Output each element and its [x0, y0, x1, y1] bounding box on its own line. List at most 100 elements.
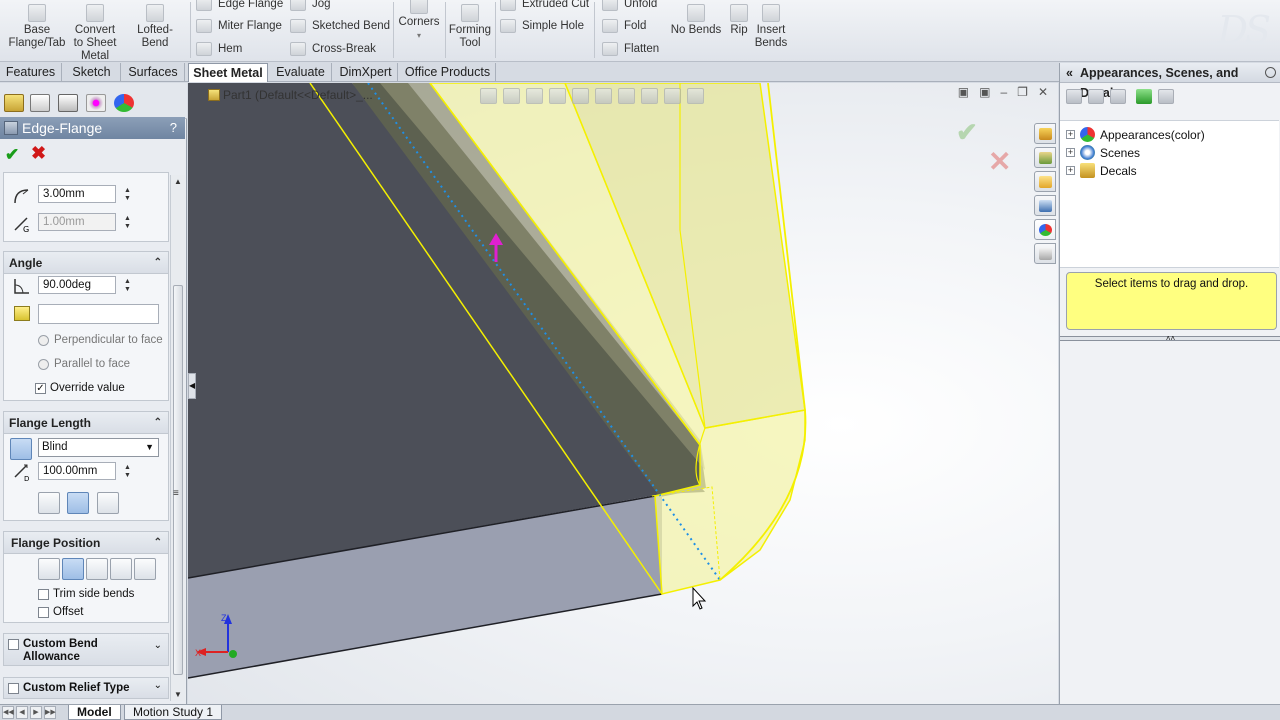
fold-button[interactable]: Fold: [602, 19, 646, 33]
add-folder-icon[interactable]: [1110, 89, 1126, 104]
collapse-icon[interactable]: ⌃: [154, 412, 162, 434]
panel-splitter-handle[interactable]: ◀: [188, 373, 196, 399]
tab-model[interactable]: Model: [68, 705, 121, 720]
convert-to-sheet-metal-button[interactable]: Convert to Sheet Metal: [70, 4, 120, 61]
view-settings-icon[interactable]: [687, 88, 704, 104]
tab-office-products[interactable]: Office Products: [400, 63, 496, 82]
scroll-up-icon[interactable]: ▲: [174, 177, 182, 186]
trim-side-bends-checkbox[interactable]: Trim side bends: [38, 588, 134, 600]
ok-button[interactable]: ✔: [5, 145, 19, 165]
configuration-manager-icon[interactable]: [58, 94, 78, 112]
property-manager-scrollbar[interactable]: ▲ ≡ ▼: [170, 175, 185, 701]
parallel-to-face-radio[interactable]: Parallel to face: [38, 358, 130, 370]
edit-appearance-icon[interactable]: [641, 88, 658, 104]
display-manager-icon[interactable]: [114, 94, 134, 112]
tab-evaluate[interactable]: Evaluate: [270, 63, 332, 82]
no-bends-button[interactable]: No Bends: [670, 4, 722, 37]
tile-horizontal-icon[interactable]: ▣: [958, 85, 969, 99]
collapse-icon[interactable]: ⌃: [154, 532, 162, 554]
zoom-to-area-icon[interactable]: [503, 88, 520, 104]
face-selection-field[interactable]: [38, 304, 159, 324]
dimxpert-manager-icon[interactable]: [86, 94, 106, 112]
next-tab-icon[interactable]: ▶: [30, 706, 42, 719]
custom-bend-allowance-checkbox[interactable]: Custom Bend Allowance: [8, 638, 113, 664]
graphics-area[interactable]: Part1 (Default<<Default>_... Z X ▣ ▣ – ❐…: [188, 83, 1058, 704]
solidworks-resources-tab[interactable]: [1034, 123, 1056, 144]
flange-position-group-header[interactable]: Flange Position ⌃: [4, 532, 168, 554]
minimize-icon[interactable]: –: [1000, 85, 1007, 99]
rip-button[interactable]: Rip: [726, 4, 752, 37]
material-outside-button[interactable]: [62, 558, 84, 580]
reverse-direction-button[interactable]: [10, 438, 32, 460]
tab-surfaces[interactable]: Surfaces: [122, 63, 185, 82]
expand-icon[interactable]: ⌄: [154, 640, 162, 651]
view-palette-tab[interactable]: [1034, 195, 1056, 216]
tab-motion-study[interactable]: Motion Study 1: [124, 705, 223, 720]
expand-icon[interactable]: +: [1066, 148, 1075, 157]
forming-tool-button[interactable]: Forming Tool: [448, 4, 492, 50]
angle-spinner[interactable]: ▲ ▼: [124, 278, 131, 294]
collapse-chevron-icon[interactable]: «: [1066, 63, 1073, 83]
bend-radius-input[interactable]: 3.00mm: [38, 185, 116, 203]
tab-sheet-metal[interactable]: Sheet Metal: [188, 63, 268, 82]
view-orientation-icon[interactable]: [572, 88, 589, 104]
custom-properties-tab[interactable]: [1034, 243, 1056, 264]
hide-show-items-icon[interactable]: [618, 88, 635, 104]
model-geometry[interactable]: [188, 83, 1058, 704]
tab-dimxpert[interactable]: DimXpert: [334, 63, 398, 82]
gap-distance-input[interactable]: 1.00mm: [38, 213, 116, 231]
confirmation-cancel-icon[interactable]: ✕: [988, 145, 1011, 178]
cross-break-button[interactable]: Cross-Break: [290, 42, 376, 56]
feature-tree-flyout[interactable]: Part1 (Default<<Default>_...: [208, 88, 373, 102]
simple-hole-button[interactable]: Simple Hole: [500, 19, 584, 33]
perpendicular-to-face-radio[interactable]: Perpendicular to face: [38, 334, 163, 346]
zoom-to-fit-icon[interactable]: [480, 88, 497, 104]
bend-outside-button[interactable]: [86, 558, 108, 580]
material-inside-button[interactable]: [38, 558, 60, 580]
angle-input[interactable]: 90.00deg: [38, 276, 116, 294]
task-pane-splitter[interactable]: ˄˄: [1060, 335, 1280, 343]
bend-radius-spinner[interactable]: ▲ ▼: [124, 187, 131, 203]
inner-virtual-sharp-button[interactable]: [67, 492, 89, 514]
corners-dropdown-icon[interactable]: ▾: [417, 29, 421, 42]
jog-button[interactable]: Jog: [290, 0, 331, 11]
gap-distance-spinner[interactable]: ▲ ▼: [124, 215, 131, 231]
help-icon[interactable]: ?: [170, 117, 177, 139]
tab-sketch[interactable]: Sketch: [63, 63, 121, 82]
tree-item-appearances[interactable]: + Appearances(color): [1066, 127, 1205, 142]
tile-vertical-icon[interactable]: ▣: [979, 85, 990, 99]
section-view-icon[interactable]: [549, 88, 566, 104]
custom-bend-allowance-group[interactable]: Custom Bend Allowance ⌄: [3, 633, 169, 666]
scroll-down-icon[interactable]: ▼: [174, 690, 182, 699]
up-level-icon[interactable]: [1158, 89, 1174, 104]
cancel-button[interactable]: ✖: [31, 143, 46, 164]
restore-icon[interactable]: ❐: [1017, 85, 1028, 99]
appearances-scenes-tab[interactable]: [1034, 219, 1056, 240]
offset-checkbox[interactable]: Offset: [38, 606, 83, 618]
expand-icon[interactable]: +: [1066, 130, 1075, 139]
display-style-icon[interactable]: [595, 88, 612, 104]
tab-features[interactable]: Features: [0, 63, 62, 82]
flange-length-input[interactable]: 100.00mm: [38, 462, 116, 480]
back-icon[interactable]: [1066, 89, 1082, 104]
flange-length-group-header[interactable]: Flange Length ⌃: [4, 412, 168, 434]
file-explorer-tab[interactable]: [1034, 171, 1056, 192]
pin-icon[interactable]: [1265, 67, 1276, 78]
refresh-icon[interactable]: [1136, 89, 1152, 104]
confirmation-ok-icon[interactable]: ✔: [956, 117, 978, 148]
previous-view-icon[interactable]: [526, 88, 543, 104]
tree-item-decals[interactable]: + Decals: [1066, 163, 1137, 178]
extruded-cut-button[interactable]: Extruded Cut: [500, 0, 589, 11]
corners-button[interactable]: Corners ▾: [396, 0, 442, 42]
scrollbar-thumb[interactable]: [173, 285, 183, 675]
first-tab-icon[interactable]: ◀◀: [2, 706, 14, 719]
expand-icon[interactable]: ⌄: [154, 680, 162, 691]
forward-icon[interactable]: [1088, 89, 1104, 104]
outer-virtual-sharp-button[interactable]: [38, 492, 60, 514]
design-library-tab[interactable]: [1034, 147, 1056, 168]
end-condition-dropdown[interactable]: Blind ▼: [38, 438, 159, 457]
previous-tab-icon[interactable]: ◀: [16, 706, 28, 719]
tangent-bend-button[interactable]: [97, 492, 119, 514]
angle-group-header[interactable]: Angle ⌃: [4, 252, 168, 274]
collapse-icon[interactable]: ⌃: [154, 252, 162, 274]
